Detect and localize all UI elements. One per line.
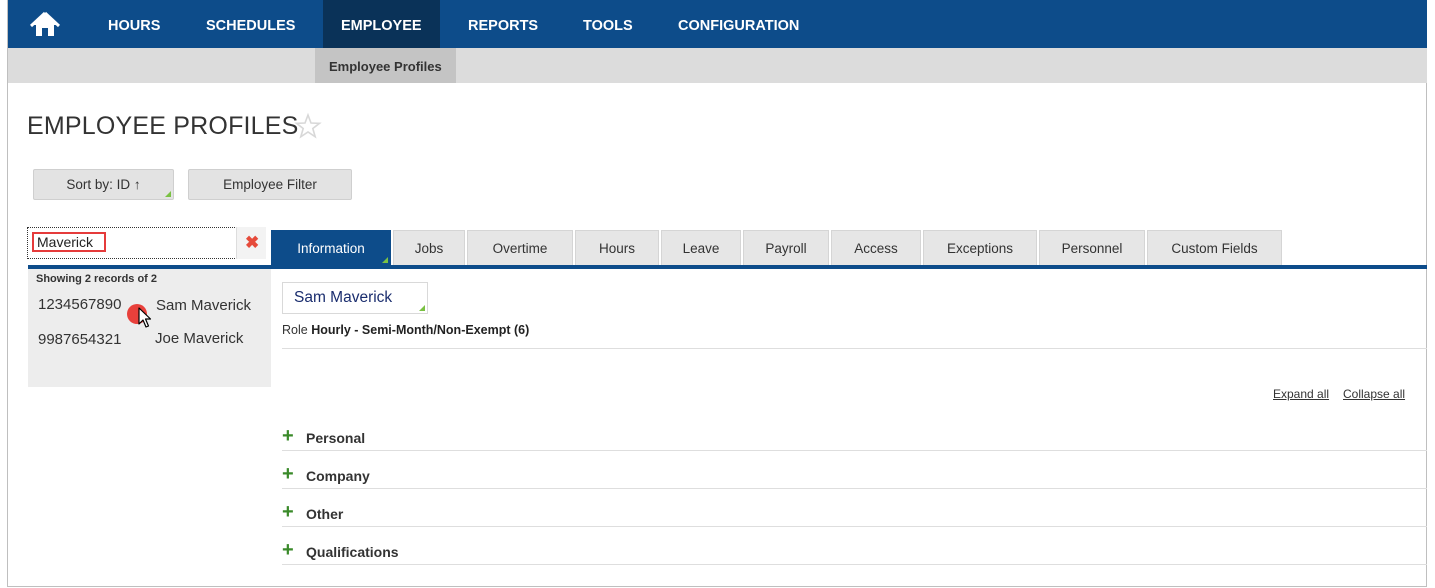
divider [282,450,1427,451]
home-icon[interactable] [30,10,60,38]
employee-name-button[interactable]: Sam Maverick [282,282,428,314]
role-value: Hourly - Semi-Month/Non-Exempt (6) [311,323,530,337]
tabs-underline [271,265,1427,269]
page-title: EMPLOYEE PROFILES [27,112,299,140]
clear-search-button[interactable]: ✖ [236,227,266,259]
close-icon: ✖ [245,233,260,252]
sort-by-button[interactable]: Sort by: ID ↑ [33,169,174,200]
results-count: Showing 2 records of 2 [36,273,158,285]
expand-plus-icon: + [282,463,294,485]
tab-information[interactable]: Information [271,230,391,265]
nav-tools[interactable]: TOOLS [583,0,633,48]
record-id[interactable]: 1234567890 [38,296,121,313]
section-qualifications[interactable]: + Qualifications [282,540,1427,566]
tab-leave[interactable]: Leave [661,230,741,265]
tab-corner-icon [382,257,388,263]
record-id[interactable]: 9987654321 [38,331,121,348]
tab-overtime[interactable]: Overtime [467,230,573,265]
nav-reports[interactable]: REPORTS [468,0,538,48]
employee-filter-button[interactable]: Employee Filter [188,169,352,200]
sort-by-label: Sort by: ID ↑ [66,177,141,192]
divider [282,526,1427,527]
nav-hours[interactable]: HOURS [108,0,160,48]
tab-access[interactable]: Access [831,230,921,265]
section-label: Qualifications [306,544,399,560]
divider [282,488,1427,489]
tab-label: Information [297,241,365,256]
nav-employee[interactable]: EMPLOYEE [323,0,440,48]
employee-name: Sam Maverick [294,289,393,306]
expand-all-link[interactable]: Expand all [1273,387,1329,401]
record-name[interactable]: Sam Maverick [156,297,251,314]
nav-configuration[interactable]: CONFIGURATION [678,0,799,48]
collapse-all-link[interactable]: Collapse all [1343,387,1405,401]
results-top-bar [28,265,271,269]
section-label: Personal [306,430,366,446]
favorite-star-icon[interactable] [294,112,322,140]
dropdown-corner-icon [165,191,171,197]
section-label: Company [306,468,370,484]
nav-schedules[interactable]: SCHEDULES [206,0,295,48]
section-personal[interactable]: + Personal [282,426,1427,452]
role-label: Role [282,323,308,337]
tab-payroll[interactable]: Payroll [743,230,829,265]
expand-plus-icon: + [282,539,294,561]
search-box [27,227,265,259]
dropdown-corner-icon [419,305,425,311]
section-label: Other [306,506,344,522]
record-name[interactable]: Joe Maverick [155,330,243,347]
tab-exceptions[interactable]: Exceptions [923,230,1037,265]
divider [282,564,1427,565]
subnav-employee-profiles[interactable]: Employee Profiles [315,48,456,83]
tab-personnel[interactable]: Personnel [1039,230,1145,265]
search-input[interactable] [32,232,106,252]
divider [282,348,1427,349]
tab-custom-fields[interactable]: Custom Fields [1147,230,1282,265]
tab-jobs[interactable]: Jobs [393,230,465,265]
tab-hours[interactable]: Hours [575,230,659,265]
top-nav: HOURS SCHEDULES EMPLOYEE REPORTS TOOLS C… [8,0,1427,48]
sub-nav: Employee Profiles [8,48,1427,83]
expand-plus-icon: + [282,425,294,447]
section-company[interactable]: + Company [282,464,1427,490]
mouse-pointer-icon [138,307,152,328]
expand-plus-icon: + [282,501,294,523]
section-other[interactable]: + Other [282,502,1427,528]
role-line: Role Hourly - Semi-Month/Non-Exempt (6) [282,323,529,337]
